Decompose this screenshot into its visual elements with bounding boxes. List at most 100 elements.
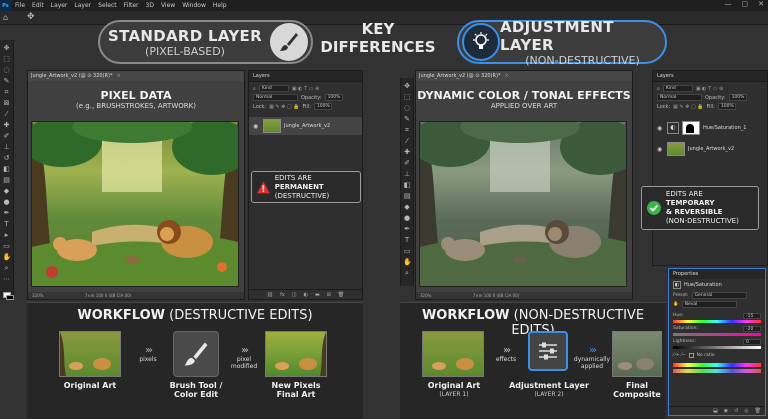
more-tools-icon[interactable]: ⋯: [3, 275, 11, 283]
lightness-slider[interactable]: [673, 346, 761, 349]
zoom-tool-icon[interactable]: ⌕: [3, 264, 11, 272]
gradient-icon[interactable]: ▤: [3, 176, 11, 184]
eyedropper-icon-2[interactable]: ⁄: [403, 137, 411, 145]
kind-filter-select[interactable]: Kind: [258, 85, 289, 92]
fx-icon[interactable]: fx: [280, 292, 285, 298]
delete-icon[interactable]: 🗑: [755, 408, 761, 414]
gradient-icon-2[interactable]: ▤: [403, 192, 411, 200]
dodge-icon-2[interactable]: ●: [403, 214, 411, 222]
menu-3d[interactable]: 3D: [146, 2, 154, 9]
blend-mode-select-2[interactable]: Normal: [657, 94, 702, 101]
stamp-tool-icon[interactable]: ⊥: [3, 143, 11, 151]
blend-mode-select[interactable]: Normal: [253, 94, 298, 101]
menu-layer-2[interactable]: Layer: [74, 2, 91, 9]
lightness-input[interactable]: 0: [743, 339, 761, 345]
layer-row-jungle-2[interactable]: ◉ Jungle_Artwork_v2: [653, 139, 767, 159]
menu-window[interactable]: Window: [182, 2, 206, 9]
history-brush-icon[interactable]: ↺: [3, 154, 11, 162]
adjustment-icon[interactable]: ◐: [304, 292, 308, 298]
clip-to-layer-icon[interactable]: ⬓: [713, 408, 718, 414]
hand-tool-icon[interactable]: ✋: [3, 253, 12, 261]
right-document-tab[interactable]: Jungle_Artwork_v2 (@ ⊙ 320(R)* ×: [416, 71, 632, 81]
move-tool-icon[interactable]: ✥: [3, 44, 11, 52]
quick-select-icon-2[interactable]: ✎: [403, 115, 411, 123]
filter-icons[interactable]: ▣ ◐ T ▭ ⊕: [292, 86, 319, 92]
hand-tool-icon-2[interactable]: ✋: [403, 258, 412, 266]
kind-filter-select-2[interactable]: Kind: [662, 85, 693, 92]
eye-icon[interactable]: ◉: [253, 123, 260, 130]
move-tool-icon-2[interactable]: ✥: [403, 82, 411, 90]
channel-select[interactable]: Neval: [681, 301, 737, 308]
hue-slider[interactable]: [673, 320, 761, 323]
opacity-input[interactable]: 100%: [324, 94, 343, 101]
dodge-icon[interactable]: ●: [3, 198, 11, 206]
reset-icon[interactable]: ↺: [734, 408, 738, 414]
menu-view[interactable]: View: [161, 2, 175, 9]
link-icon[interactable]: ⛓: [267, 292, 273, 298]
pen-tool-icon-2[interactable]: ✒: [403, 225, 411, 233]
close-tab-icon[interactable]: ×: [116, 73, 120, 79]
hand-target-icon[interactable]: ✋: [673, 302, 679, 307]
eye-icon-3[interactable]: ◉: [657, 146, 664, 153]
brush-tool-icon-2[interactable]: ✐: [403, 159, 411, 167]
hue-input[interactable]: -15: [743, 313, 761, 319]
crop-tool-icon-2[interactable]: ⌗: [403, 126, 411, 134]
maximize-button[interactable]: ▢: [742, 0, 749, 8]
folder-icon[interactable]: ▬: [315, 292, 320, 298]
home-icon[interactable]: ⌂: [3, 13, 13, 23]
eye-icon-2[interactable]: ◉: [657, 125, 664, 132]
opacity-input-2[interactable]: 100%: [728, 94, 747, 101]
background-color-swatch[interactable]: [5, 294, 14, 300]
fill-input[interactable]: 100%: [313, 103, 332, 110]
eyedropper-icon[interactable]: ⁄: [3, 110, 11, 118]
stamp-tool-icon-2[interactable]: ⊥: [403, 170, 411, 178]
visibility-icon[interactable]: ◎: [744, 408, 748, 414]
new-layer-icon[interactable]: ⊞: [327, 292, 331, 298]
colorize-checkbox[interactable]: [688, 353, 694, 358]
layer-row-hue-saturation[interactable]: ◉ ◐ Hue/Saturation_1: [653, 117, 767, 139]
preset-select[interactable]: General: [691, 292, 747, 299]
saturation-slider[interactable]: [673, 333, 761, 336]
layer-row-jungle[interactable]: ◉ Jungle_Artwork_v2: [249, 117, 362, 135]
close-button[interactable]: ✕: [758, 0, 764, 8]
healing-brush-icon-2[interactable]: ✚: [403, 148, 411, 156]
eraser-icon-2[interactable]: ◧: [403, 181, 411, 189]
type-tool-icon-2[interactable]: T: [403, 236, 411, 244]
saturation-input[interactable]: -20: [743, 326, 761, 332]
menu-select[interactable]: Select: [98, 2, 117, 9]
blur-icon[interactable]: ◆: [3, 187, 11, 195]
lock-icons[interactable]: ▦ ✎ ✥ ▢ 🔒: [269, 104, 299, 110]
quick-select-icon[interactable]: ✎: [3, 77, 11, 85]
left-document-tab[interactable]: Jungle_Artwork_v2 (@ ⊙ 320(R)* ×: [28, 71, 244, 81]
crop-tool-icon[interactable]: ⌗: [3, 88, 11, 96]
view-previous-icon[interactable]: ◉: [724, 408, 728, 414]
marquee-tool-icon[interactable]: ⬚: [3, 55, 11, 63]
blur-icon-2[interactable]: ◆: [403, 203, 411, 211]
lasso-tool-icon-2[interactable]: ◌: [403, 104, 411, 112]
lock-icons-2[interactable]: ▦ ✎ ✥ ▢ 🔒: [673, 104, 703, 110]
menu-filter[interactable]: Filter: [124, 2, 139, 9]
menu-layer[interactable]: Layer: [51, 2, 68, 9]
filter-icons-2[interactable]: ▣ ◐ T ▭ ⊕: [696, 86, 723, 92]
shape-tool-icon[interactable]: ▭: [3, 242, 11, 250]
eyedropper-tools-icons[interactable]: ⁄ ⁄+ ⁄−: [673, 353, 686, 358]
menu-edit[interactable]: Edit: [32, 2, 44, 9]
menu-help[interactable]: Help: [213, 2, 227, 9]
minimize-button[interactable]: —: [725, 0, 732, 8]
close-tab-icon-2[interactable]: ×: [504, 73, 508, 79]
mask-icon[interactable]: ◫: [292, 292, 297, 298]
shape-tool-icon-2[interactable]: ▭: [403, 247, 411, 255]
frame-tool-icon[interactable]: ⊠: [3, 99, 11, 107]
trash-icon[interactable]: 🗑: [338, 292, 344, 298]
menu-file[interactable]: File: [15, 2, 25, 9]
zoom-tool-icon-2[interactable]: ⌕: [403, 269, 411, 277]
healing-brush-icon[interactable]: ✚: [3, 121, 11, 129]
lasso-tool-icon[interactable]: ◌: [3, 66, 11, 74]
path-select-icon[interactable]: ▸: [3, 231, 11, 239]
fill-input-2[interactable]: 100%: [717, 103, 736, 110]
marquee-tool-icon-2[interactable]: ⬚: [403, 93, 411, 101]
type-tool-icon[interactable]: T: [3, 220, 11, 228]
pen-tool-icon[interactable]: ✒: [3, 209, 11, 217]
brush-tool-icon[interactable]: ✐: [3, 132, 11, 140]
move-tool-icon[interactable]: ✥: [27, 12, 35, 22]
